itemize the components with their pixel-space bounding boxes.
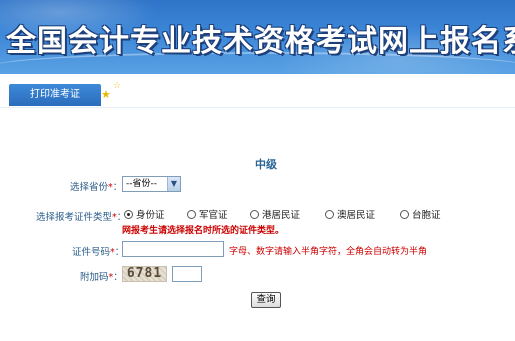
radio-military-id[interactable]: 军官证: [187, 207, 228, 221]
cert-number-input[interactable]: [122, 241, 224, 257]
radio-label: 澳居民证: [337, 210, 376, 221]
radio-macau-resident[interactable]: 澳居民证: [325, 207, 375, 221]
radio-hk-resident[interactable]: 港居民证: [250, 207, 300, 221]
radio-label: 军官证: [199, 210, 228, 221]
radio-label: 身份证: [136, 210, 165, 221]
radio-label: 台胞证: [412, 210, 441, 221]
cert-type-label-text: 选择报考证件类型: [36, 212, 113, 223]
query-button[interactable]: 查询: [251, 292, 281, 308]
cert-number-label: 证件号码*：: [72, 244, 124, 258]
level-title: 中级: [255, 158, 277, 171]
colon: ：: [112, 182, 123, 193]
radio-button-checked[interactable]: [124, 210, 133, 219]
tab-print-admission-ticket[interactable]: 打印准考证: [9, 84, 101, 106]
header-banner: 全国会计专业技术资格考试网上报名系统: [0, 0, 515, 74]
radio-button[interactable]: [325, 210, 334, 219]
captcha-label: 附加码*：: [80, 269, 123, 283]
tab-bar: 打印准考证 ★ ☆: [0, 74, 515, 108]
radio-button[interactable]: [187, 210, 196, 219]
radio-id-card[interactable]: 身份证: [124, 207, 165, 221]
province-label: 选择省份*：: [70, 179, 122, 193]
captcha-input[interactable]: [172, 266, 202, 282]
radio-button[interactable]: [250, 210, 259, 219]
radio-button[interactable]: [400, 210, 409, 219]
province-label-text: 选择省份: [70, 182, 109, 193]
cert-type-warning: 网报考生请选择报名时所选的证件类型。: [122, 226, 285, 236]
province-select-value: --省份--: [126, 179, 157, 189]
chevron-down-icon[interactable]: ▼: [167, 177, 180, 191]
radio-taiwan-compatriot[interactable]: 台胞证: [400, 207, 441, 221]
captcha-label-text: 附加码: [80, 272, 109, 283]
star-icon: ☆: [113, 81, 122, 91]
cert-number-hint: 字母、数字请输入半角字符，全角会自动转为半角: [229, 247, 428, 257]
province-select[interactable]: --省份-- ▼: [122, 176, 181, 192]
captcha-image[interactable]: 6781: [122, 266, 167, 282]
banner-title: 全国会计专业技术资格考试网上报名系统: [6, 24, 515, 59]
cert-number-label-text: 证件号码: [72, 247, 111, 258]
cert-type-label: 选择报考证件类型*：: [36, 209, 126, 223]
star-icon: ★: [101, 88, 111, 101]
radio-label: 港居民证: [262, 210, 301, 221]
